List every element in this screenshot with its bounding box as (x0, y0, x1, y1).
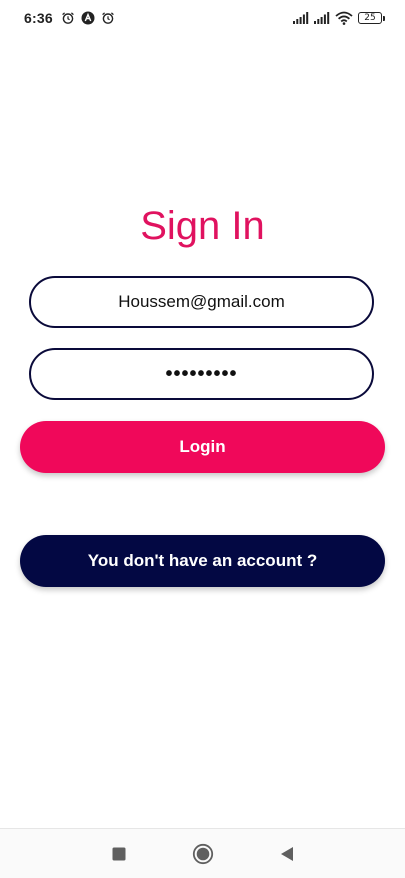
battery-tip (383, 15, 385, 21)
wifi-icon (335, 11, 353, 25)
home-icon[interactable] (161, 832, 245, 876)
email-field-container (29, 276, 374, 328)
email-field[interactable] (31, 278, 372, 326)
status-time: 6:36 (24, 10, 53, 26)
page-title: Sign In (140, 204, 265, 248)
back-icon[interactable] (245, 832, 329, 876)
status-bar: 6:36 25 (0, 0, 405, 36)
alarm-icon (101, 11, 115, 25)
password-field[interactable] (31, 350, 372, 398)
status-left: 6:36 (24, 10, 115, 26)
signin-screen: 6:36 25 Sign In Houssem@gmail.com ••••••… (0, 0, 405, 878)
password-field-container (29, 348, 374, 400)
app-notification-icon (81, 11, 95, 25)
signal-icon (314, 12, 330, 24)
battery-icon: 25 (358, 12, 385, 24)
recent-apps-icon[interactable] (77, 832, 161, 876)
status-right: 25 (293, 11, 385, 25)
battery-level: 25 (358, 12, 382, 24)
alarm-icon (61, 11, 75, 25)
no-account-button[interactable]: You don't have an account ? (20, 535, 385, 587)
login-button[interactable]: Login (20, 421, 385, 473)
signal-icon (293, 12, 309, 24)
navigation-bar (0, 828, 405, 878)
